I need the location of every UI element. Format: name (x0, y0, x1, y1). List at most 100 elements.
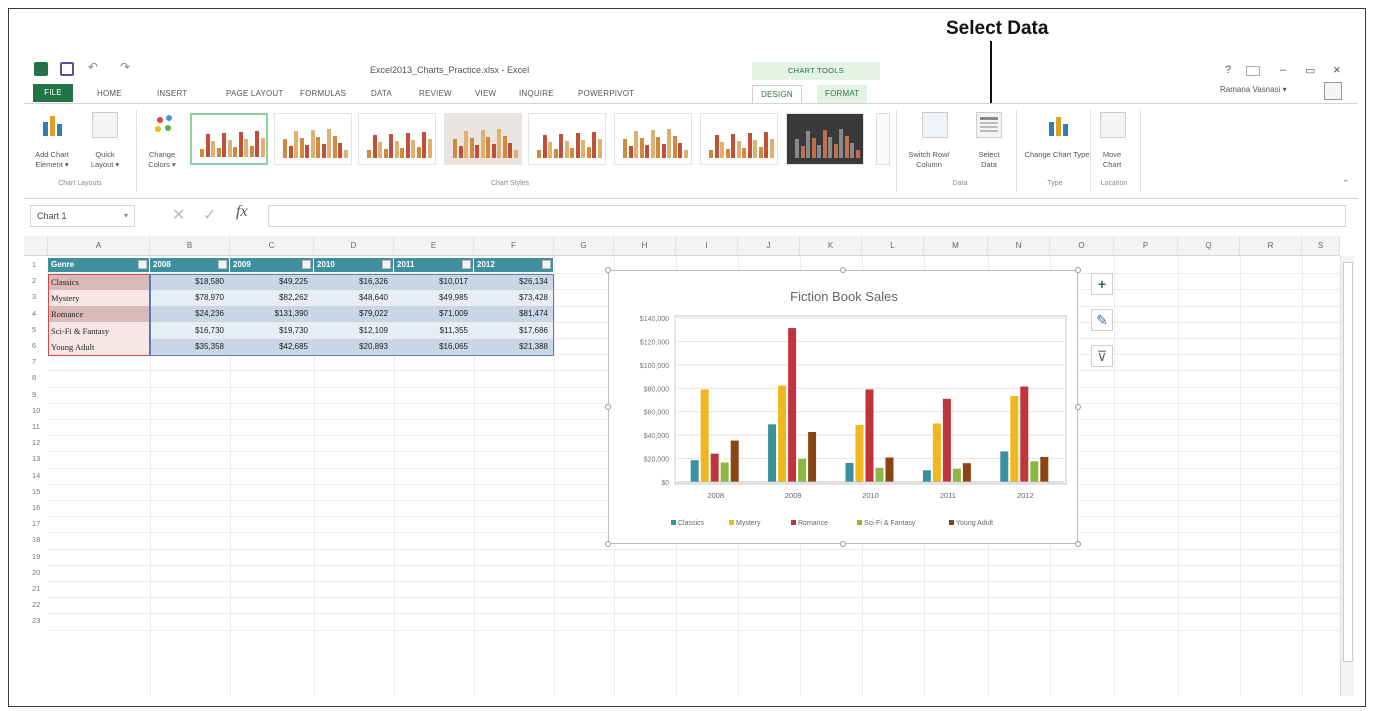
tab-insert[interactable]: INSERT (157, 85, 187, 103)
tab-file[interactable]: FILE (33, 84, 73, 102)
column-header-O[interactable]: O (1050, 236, 1114, 256)
column-header-A[interactable]: A (48, 236, 150, 256)
tab-view[interactable]: VIEW (475, 85, 496, 103)
chart-object[interactable]: Fiction Book Sales $0 $20,000 $40,000 $60,00… (608, 270, 1078, 544)
table-header-cell[interactable]: 2008 (150, 258, 230, 272)
row-header-14[interactable]: 14 (24, 467, 48, 484)
row-header-6[interactable]: 6 (24, 338, 48, 355)
chart-style-thumbnail[interactable] (786, 113, 864, 165)
chart-elements-button[interactable]: + (1091, 273, 1113, 295)
row-header-13[interactable]: 13 (24, 451, 48, 468)
tab-inquire[interactable]: INQUIRE (519, 85, 554, 103)
undo-icon[interactable]: ↶ (88, 60, 98, 74)
vertical-scrollbar[interactable] (1340, 256, 1354, 696)
column-header-C[interactable]: C (230, 236, 314, 256)
chart-style-thumbnail[interactable] (700, 113, 778, 165)
chart-style-thumbnail[interactable] (190, 113, 268, 165)
table-header-cell[interactable]: 2009 (230, 258, 314, 272)
ribbon-display-options-icon[interactable] (1246, 66, 1260, 76)
restore-button[interactable]: ▭ (1305, 64, 1315, 77)
tab-home[interactable]: HOME (97, 85, 122, 103)
column-header-B[interactable]: B (150, 236, 230, 256)
table-header-cell[interactable]: 2011 (394, 258, 474, 272)
column-header-L[interactable]: L (862, 236, 924, 256)
insert-function-icon[interactable]: fx (236, 203, 248, 221)
tab-powerpivot[interactable]: POWERPIVOT (578, 85, 634, 103)
resize-handle[interactable] (1075, 404, 1081, 410)
resize-handle[interactable] (840, 267, 846, 273)
resize-handle[interactable] (1075, 267, 1081, 273)
change-colors-button[interactable]: Change Colors ▾ (142, 150, 182, 170)
filter-dropdown-icon[interactable] (302, 260, 311, 269)
name-box-dropdown-icon[interactable]: ▾ (124, 206, 128, 226)
column-header-I[interactable]: I (676, 236, 738, 256)
column-header-D[interactable]: D (314, 236, 394, 256)
close-button[interactable]: × (1333, 62, 1341, 77)
column-header-J[interactable]: J (738, 236, 800, 256)
enter-icon[interactable]: ✓ (203, 205, 216, 225)
filter-dropdown-icon[interactable] (542, 260, 551, 269)
redo-icon[interactable]: ↷ (120, 60, 130, 74)
tab-formulas[interactable]: FORMULAS (300, 85, 346, 103)
table-header-cell[interactable]: 2012 (474, 258, 554, 272)
tab-page-layout[interactable]: PAGE LAYOUT (226, 85, 283, 103)
add-chart-element-button[interactable]: Add Chart Element ▾ (30, 150, 74, 170)
change-chart-type-button[interactable]: Change Chart Type (1024, 150, 1090, 160)
row-header-16[interactable]: 16 (24, 500, 48, 517)
chart-style-thumbnail[interactable] (274, 113, 352, 165)
row-header-20[interactable]: 20 (24, 564, 48, 581)
tab-data[interactable]: DATA (371, 85, 392, 103)
row-header-12[interactable]: 12 (24, 435, 48, 452)
move-chart-button[interactable]: Move Chart (1094, 150, 1130, 170)
help-button[interactable]: ? (1225, 64, 1231, 76)
row-header-15[interactable]: 15 (24, 483, 48, 500)
column-header-R[interactable]: R (1240, 236, 1302, 256)
collapse-ribbon-icon[interactable]: ⌃ (1342, 178, 1350, 189)
chart-style-thumbnail[interactable] (444, 113, 522, 165)
row-header-19[interactable]: 19 (24, 548, 48, 565)
chart-style-thumbnail[interactable] (528, 113, 606, 165)
row-header-2[interactable]: 2 (24, 273, 48, 290)
column-header-M[interactable]: M (924, 236, 988, 256)
row-header-1[interactable]: 1 (24, 257, 48, 274)
chart-style-thumbnail[interactable] (358, 113, 436, 165)
formula-input[interactable] (268, 205, 1346, 227)
avatar[interactable] (1324, 82, 1342, 100)
column-header-F[interactable]: F (474, 236, 554, 256)
chart-filters-button[interactable]: ⊽ (1091, 345, 1113, 367)
tab-design[interactable]: DESIGN (752, 85, 802, 103)
column-header-S[interactable]: S (1302, 236, 1340, 256)
resize-handle[interactable] (605, 541, 611, 547)
row-header-21[interactable]: 21 (24, 581, 48, 598)
row-header-18[interactable]: 18 (24, 532, 48, 549)
save-icon[interactable] (60, 62, 74, 76)
chart-style-thumbnail[interactable] (614, 113, 692, 165)
filter-dropdown-icon[interactable] (382, 260, 391, 269)
row-header-23[interactable]: 23 (24, 613, 48, 630)
column-header-N[interactable]: N (988, 236, 1050, 256)
scrollbar-thumb[interactable] (1343, 262, 1353, 662)
switch-row-column-button[interactable]: Switch Row/ Column (903, 150, 955, 170)
column-header-G[interactable]: G (554, 236, 614, 256)
resize-handle[interactable] (840, 541, 846, 547)
gallery-scroll-icon[interactable] (876, 113, 890, 165)
tab-format[interactable]: FORMAT (817, 85, 868, 103)
filter-dropdown-icon[interactable] (462, 260, 471, 269)
name-box[interactable]: Chart 1 ▾ (30, 205, 135, 227)
minimize-button[interactable]: – (1280, 64, 1286, 76)
row-header-7[interactable]: 7 (24, 354, 48, 371)
filter-dropdown-icon[interactable] (138, 260, 147, 269)
chart-styles-brush-button[interactable]: ✎ (1091, 309, 1113, 331)
resize-handle[interactable] (605, 404, 611, 410)
row-header-17[interactable]: 17 (24, 516, 48, 533)
row-header-10[interactable]: 10 (24, 402, 48, 419)
row-header-4[interactable]: 4 (24, 305, 48, 322)
row-header-22[interactable]: 22 (24, 597, 48, 614)
column-header-E[interactable]: E (394, 236, 474, 256)
row-header-3[interactable]: 3 (24, 289, 48, 306)
user-account[interactable]: Ramana Vasnasi ▾ (1220, 85, 1287, 94)
column-header-Q[interactable]: Q (1178, 236, 1240, 256)
tab-review[interactable]: REVIEW (419, 85, 452, 103)
row-header-9[interactable]: 9 (24, 386, 48, 403)
resize-handle[interactable] (605, 267, 611, 273)
